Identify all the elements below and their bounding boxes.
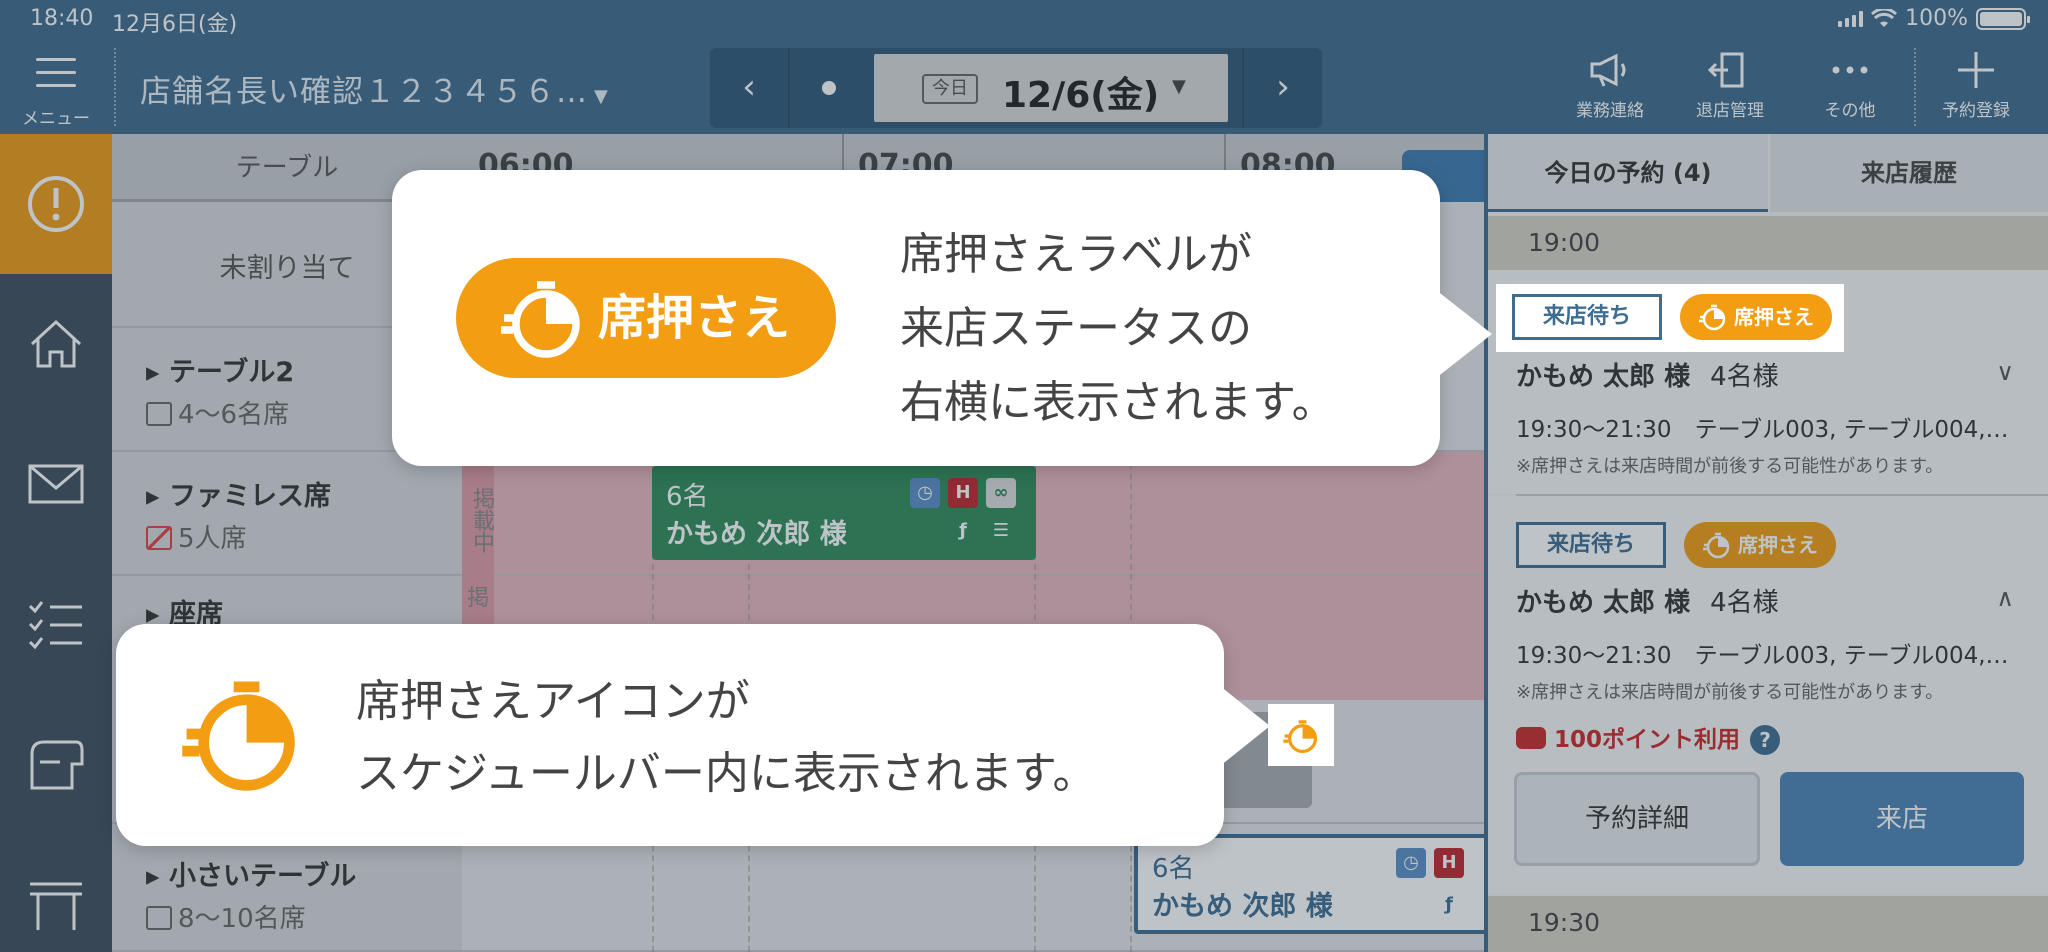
- seat-hold-label-text: 席押さえ: [598, 290, 791, 346]
- seat-hold-highlight: 来店待ち 席押さえ: [1496, 284, 1844, 352]
- status-waiting-badge: 来店待ち: [1512, 294, 1662, 340]
- callout-line: 来店ステータスの: [900, 303, 1252, 354]
- callout-line: スケジュールバー内に表示されます。: [356, 748, 1097, 799]
- stopwatch-icon: [1283, 720, 1318, 754]
- seat-hold-icon-callout: 席押さえアイコンが スケジュールバー内に表示されます。: [116, 624, 1270, 846]
- callout-line: 席押さえアイコンが: [356, 676, 750, 727]
- callout-text: 席押さえラベルが 来店ステータスの 右横に表示されます。: [900, 218, 1336, 440]
- stopwatch-icon: [501, 281, 580, 358]
- seat-hold-label-sample: 席押さえ: [456, 258, 836, 378]
- stopwatch-icon: [1699, 304, 1726, 331]
- seat-hold-label-callout: 席押さえ 席押さえラベルが 来店ステータスの 右横に表示されます。: [392, 170, 1492, 466]
- callout-line: 右横に表示されます。: [900, 377, 1336, 428]
- seat-hold-text: 席押さえ: [1734, 305, 1814, 329]
- stopwatch-highlight: [1268, 704, 1334, 766]
- seat-hold-badge: 席押さえ: [1680, 294, 1832, 340]
- stopwatch-icon: [182, 681, 295, 791]
- callout-line: 席押さえラベルが: [900, 229, 1252, 280]
- callout-text: 席押さえアイコンが スケジュールバー内に表示されます。: [356, 666, 1097, 810]
